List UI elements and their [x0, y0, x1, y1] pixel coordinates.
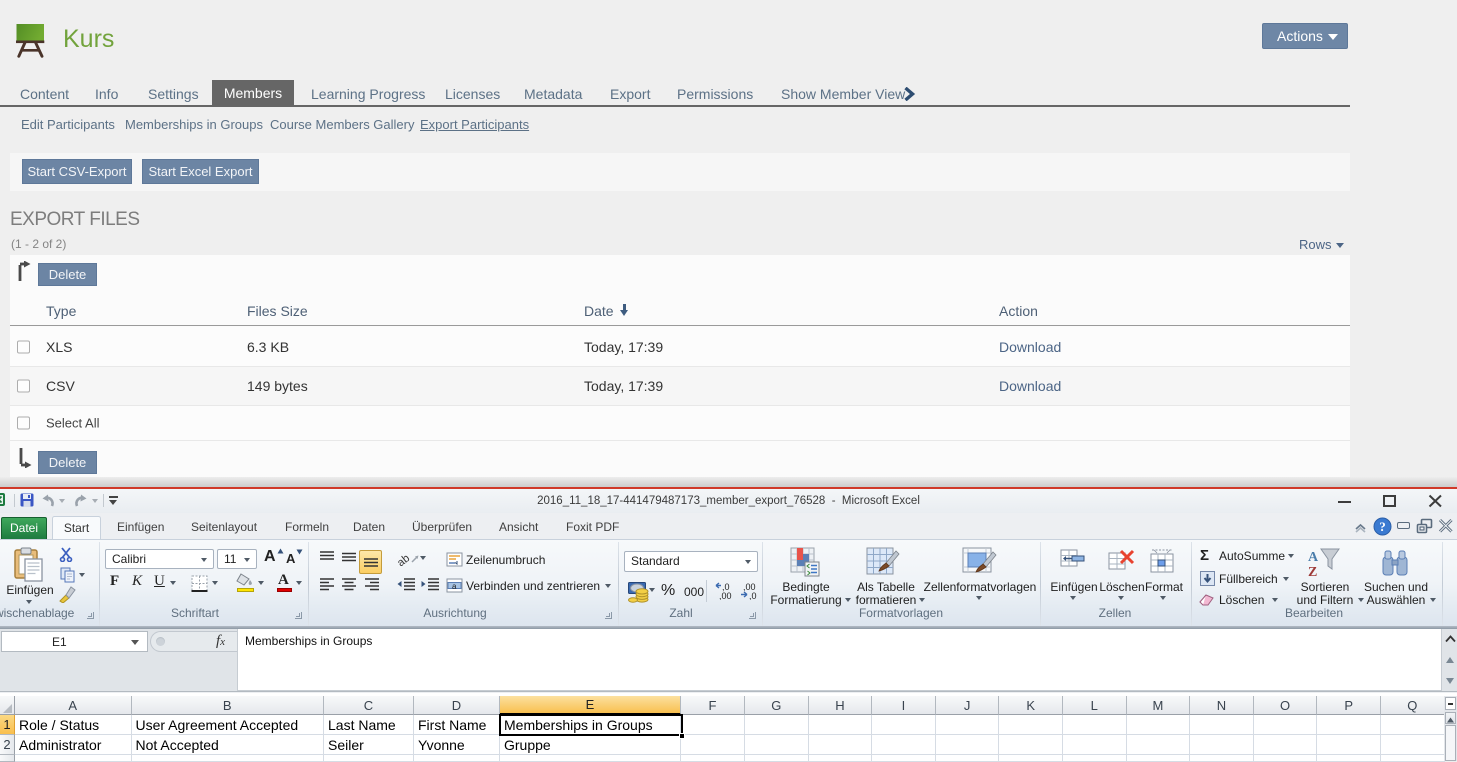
- svg-text:Z: Z: [1308, 565, 1317, 579]
- svg-text:ab: ab: [398, 552, 412, 567]
- svg-text:A: A: [1308, 550, 1319, 565]
- svg-text:,00: ,00: [719, 591, 732, 600]
- svg-text:?: ?: [1379, 519, 1386, 534]
- svg-text:a: a: [452, 582, 457, 591]
- svg-text:,0: ,0: [749, 591, 757, 600]
